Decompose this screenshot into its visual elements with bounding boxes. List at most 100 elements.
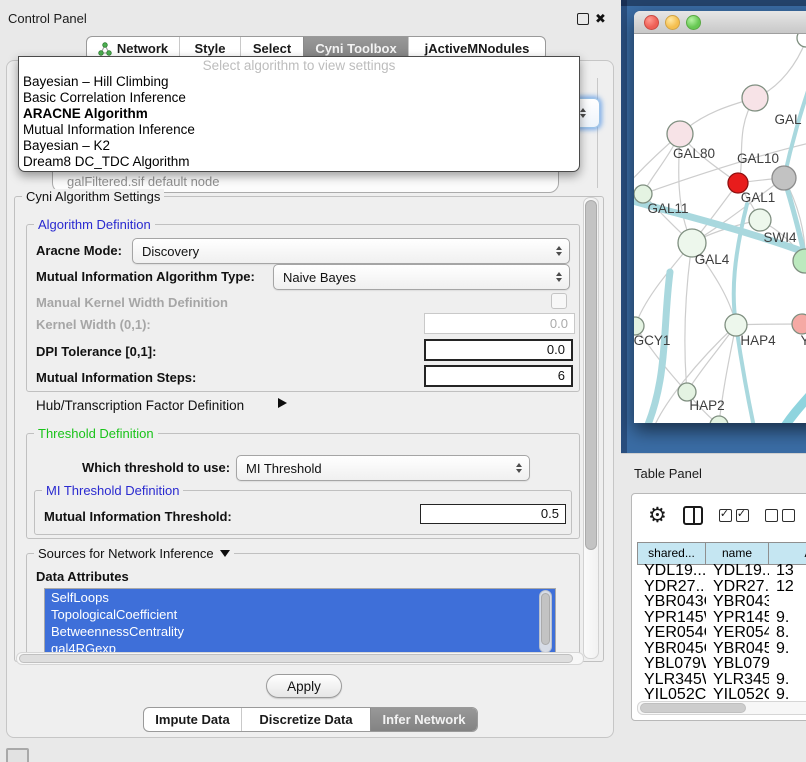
table-row[interactable]: YLR345WYLR345W9.	[637, 672, 806, 688]
control-panel: Control Panel ✖ NetworkStyleSelectCyni T…	[0, 0, 621, 762]
network-node[interactable]	[797, 34, 806, 47]
columns-icon[interactable]	[683, 506, 703, 525]
algorithm-option-aracne-algorithm[interactable]: ARACNE Algorithm	[19, 106, 579, 122]
dropdown-prompt: Select algorithm to view settings	[19, 58, 579, 74]
bottom-tab-impute-data[interactable]: Impute Data	[144, 708, 241, 731]
table-cell: YIL052C	[706, 687, 769, 699]
table-row[interactable]: YBR043CYBR043C	[637, 594, 806, 610]
which-threshold-label: Which threshold to use:	[82, 460, 230, 475]
select-all-checks-icon[interactable]: ✓ ✓	[719, 509, 749, 522]
float-panel-icon[interactable]	[577, 13, 589, 25]
app-root: Control Panel ✖ NetworkStyleSelectCyni T…	[0, 0, 806, 762]
scrollbar-thumb[interactable]	[19, 654, 573, 663]
which-threshold-select[interactable]: MI Threshold	[236, 455, 530, 481]
table-cell: YER054C	[637, 625, 706, 641]
table-cell: YPR145W	[637, 610, 706, 626]
network-window[interactable]: GALGAL80GAL10GAL1GAL11SWI4GAL4GCY1HAP4YH…	[634, 11, 806, 423]
network-node[interactable]	[710, 416, 728, 423]
data-attributes-list: SelfLoopsTopologicalCoefficientBetweenne…	[44, 588, 556, 655]
minimize-window-icon[interactable]	[665, 15, 680, 30]
close-panel-icon[interactable]: ✖	[595, 12, 606, 25]
table-row[interactable]: YDR27...YDR27...12	[637, 579, 806, 595]
table-panel-title: Table Panel	[634, 466, 702, 481]
table-cell: 13	[769, 563, 806, 579]
tab-network-label: Network	[117, 41, 168, 56]
gear-icon[interactable]: ⚙	[648, 503, 667, 528]
table-cell: YDL19...	[637, 563, 706, 579]
algorithm-option-dream8-dc-tdc-algorithm[interactable]: Dream8 DC_TDC Algorithm	[19, 154, 579, 170]
dpi-tolerance-label: DPI Tolerance [0,1]:	[36, 344, 156, 359]
table-row[interactable]: YBR045CYBR045C9.	[637, 641, 806, 657]
data-attributes-label: Data Attributes	[36, 569, 129, 584]
kernel-width-input[interactable]: 0.0	[424, 313, 575, 334]
table-cell: YDR27...	[637, 579, 706, 595]
network-canvas-svg[interactable]: GALGAL80GAL10GAL1GAL11SWI4GAL4GCY1HAP4YH…	[634, 34, 806, 423]
network-node-gal80[interactable]	[667, 121, 693, 147]
table-row[interactable]: YIL052CYIL052C9.	[637, 687, 806, 699]
manual-kernel-checkbox[interactable]	[551, 293, 567, 309]
network-node-gal[interactable]	[742, 85, 768, 111]
attribute-item-betweennesscentrality[interactable]: BetweennessCentrality	[45, 623, 555, 640]
table-cell: 12	[769, 579, 806, 595]
node-label-gal10: GAL10	[737, 151, 779, 166]
table-horizontal-scrollbar[interactable]	[637, 701, 806, 715]
bottom-tab-discretize-data[interactable]: Discretize Data	[241, 708, 370, 731]
scrollbar-thumb[interactable]	[585, 200, 597, 550]
close-window-icon[interactable]	[644, 15, 659, 30]
table-cell: 9.	[769, 641, 806, 657]
network-node-gal10[interactable]	[772, 166, 796, 190]
combo-arrows-icon	[549, 246, 569, 256]
network-panel-top-strip	[621, 0, 806, 6]
zoom-window-icon[interactable]	[686, 15, 701, 30]
table-body: YDL19...YDL19...13YDR27...YDR27...12YBR0…	[637, 563, 806, 699]
table-cell: 9.	[769, 687, 806, 699]
bottom-tab-infer-network-label: Infer Network	[382, 712, 465, 727]
table-row[interactable]: YPR145WYPR145W9.	[637, 610, 806, 626]
settings-horizontal-scrollbar[interactable]	[16, 652, 584, 665]
scrollbar-thumb[interactable]	[640, 703, 746, 713]
algorithm-option-mutual-information-inference[interactable]: Mutual Information Inference	[19, 122, 579, 138]
table-header-row: shared...nameA	[637, 542, 806, 565]
occluded-groupbox-edge	[597, 78, 598, 188]
mi-type-label: Mutual Information Algorithm Type:	[36, 269, 255, 284]
sources-collapse-icon[interactable]	[220, 550, 230, 557]
mi-type-select[interactable]: Naive Bayes	[273, 264, 570, 290]
network-node-gal1[interactable]	[749, 209, 771, 231]
column-header-a[interactable]: A	[769, 542, 806, 565]
settings-vertical-scrollbar[interactable]	[583, 197, 599, 659]
attribute-item-topologicalcoefficient[interactable]: TopologicalCoefficient	[45, 606, 555, 623]
sources-title-text: Sources for Network Inference	[38, 546, 214, 561]
network-window-titlebar[interactable]	[634, 11, 806, 34]
table-cell: YBL079W	[706, 656, 769, 672]
table-row[interactable]: YBL079WYBL079W	[637, 656, 806, 672]
attribute-item-selfloops[interactable]: SelfLoops	[45, 589, 555, 606]
network-node-swi4[interactable]	[793, 249, 806, 273]
column-header-name[interactable]: name	[706, 542, 769, 565]
node-label-y: Y	[800, 333, 806, 348]
deselect-all-checks-icon[interactable]	[765, 509, 795, 522]
table-row[interactable]: YER054CYER054C8.	[637, 625, 806, 641]
bottom-tab-infer-network[interactable]: Infer Network	[370, 708, 477, 731]
sources-group-title: Sources for Network Inference	[34, 546, 234, 561]
table-cell	[769, 656, 806, 672]
attributes-vertical-scrollbar[interactable]	[539, 590, 552, 653]
apply-button[interactable]: Apply	[266, 674, 342, 698]
hub-expander-icon[interactable]	[278, 398, 287, 408]
table-cell: YBL079W	[637, 656, 706, 672]
mi-steps-input[interactable]: 6	[424, 365, 573, 387]
column-header-shared[interactable]: shared...	[637, 542, 706, 565]
panel-collapse-button[interactable]	[6, 748, 29, 762]
network-node-y[interactable]	[792, 314, 806, 334]
table-row[interactable]: YDL19...YDL19...13	[637, 563, 806, 579]
table-cell: YPR145W	[706, 610, 769, 626]
mi-threshold-input[interactable]: 0.5	[420, 504, 566, 524]
control-panel-title: Control Panel	[8, 11, 87, 26]
scrollbar-thumb[interactable]	[541, 593, 550, 645]
bottom-tab-impute-data-label: Impute Data	[155, 712, 229, 727]
table-cell: 9.	[769, 672, 806, 688]
algorithm-option-bayesian-k2[interactable]: Bayesian – K2	[19, 138, 579, 154]
dpi-tolerance-input[interactable]: 0.0	[424, 339, 573, 361]
aracne-mode-select[interactable]: Discovery	[132, 238, 570, 264]
algorithm-option-bayesian-hill-climbing[interactable]: Bayesian – Hill Climbing	[19, 74, 579, 90]
algorithm-option-basic-correlation-inference[interactable]: Basic Correlation Inference	[19, 90, 579, 106]
